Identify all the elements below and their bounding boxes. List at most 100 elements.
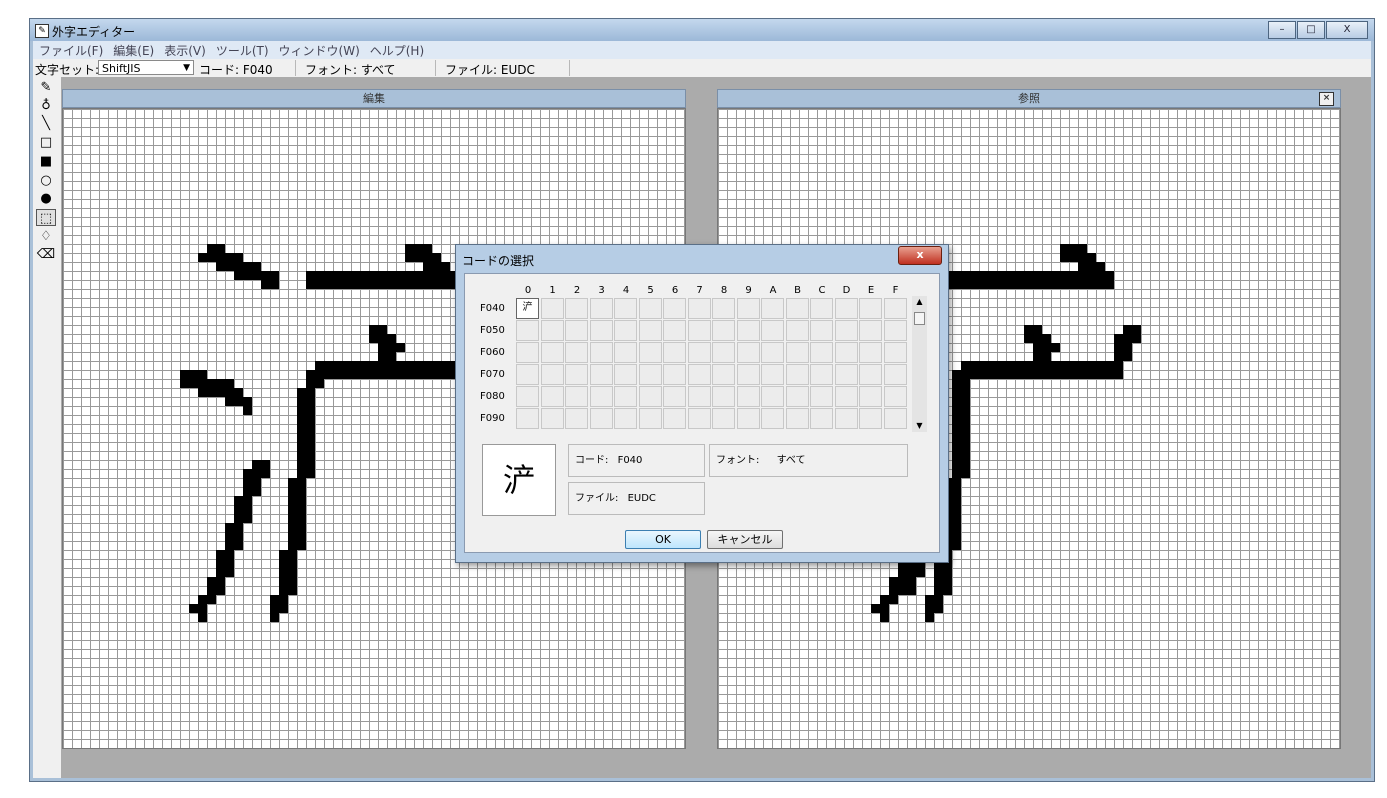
code-cell[interactable]: [810, 364, 833, 385]
hollow-ellipse-icon[interactable]: ○: [36, 172, 56, 189]
code-cell[interactable]: [565, 386, 588, 407]
code-cell[interactable]: [565, 298, 588, 319]
code-cell[interactable]: [712, 364, 735, 385]
code-cell[interactable]: [834, 408, 858, 429]
code-cell[interactable]: [883, 364, 907, 385]
code-cell[interactable]: [589, 386, 613, 407]
code-cell[interactable]: [712, 342, 735, 363]
hollow-rectangle-icon[interactable]: □: [36, 134, 56, 151]
menu-view[interactable]: 表示(V): [164, 42, 206, 59]
code-cell[interactable]: [712, 386, 735, 407]
code-cell[interactable]: [589, 342, 613, 363]
dialog-close-button[interactable]: x: [898, 246, 942, 265]
code-cell[interactable]: [883, 342, 907, 363]
code-cell[interactable]: [859, 298, 882, 319]
code-cell[interactable]: [687, 320, 711, 341]
code-cell[interactable]: [736, 298, 760, 319]
code-cell[interactable]: [565, 408, 588, 429]
code-cell[interactable]: [540, 320, 564, 341]
code-cell[interactable]: [663, 342, 686, 363]
code-cell[interactable]: [761, 386, 784, 407]
maximize-button[interactable]: □: [1297, 21, 1325, 39]
code-cell[interactable]: [736, 364, 760, 385]
code-cell[interactable]: [540, 342, 564, 363]
code-table-scrollbar[interactable]: ▲ ▼: [912, 296, 927, 432]
code-cell[interactable]: [638, 408, 662, 429]
brush-icon[interactable]: ♁: [36, 97, 56, 114]
code-cell[interactable]: [540, 298, 564, 319]
code-cell[interactable]: [638, 364, 662, 385]
code-cell[interactable]: [859, 364, 882, 385]
rectangular-select-icon[interactable]: ⬚: [36, 209, 56, 226]
ok-button[interactable]: OK: [625, 530, 701, 549]
code-cell[interactable]: [614, 298, 637, 319]
code-cell[interactable]: [761, 320, 784, 341]
filled-rectangle-icon[interactable]: ■: [36, 153, 56, 170]
scroll-up-icon[interactable]: ▲: [912, 296, 927, 308]
code-cell[interactable]: [834, 386, 858, 407]
code-cell[interactable]: [589, 320, 613, 341]
code-cell[interactable]: [663, 364, 686, 385]
code-cell[interactable]: [785, 386, 809, 407]
code-cell[interactable]: [614, 408, 637, 429]
code-cell[interactable]: [614, 364, 637, 385]
code-cell[interactable]: [614, 320, 637, 341]
code-cell[interactable]: [883, 298, 907, 319]
code-cell[interactable]: [834, 298, 858, 319]
close-icon[interactable]: ×: [1319, 92, 1334, 106]
code-cell[interactable]: [565, 342, 588, 363]
title-bar[interactable]: ✎ 外字エディター – □ X: [30, 19, 1374, 41]
code-cell[interactable]: [736, 408, 760, 429]
code-cell[interactable]: [540, 364, 564, 385]
code-cell[interactable]: [810, 298, 833, 319]
code-cell[interactable]: [614, 386, 637, 407]
code-cell[interactable]: [638, 320, 662, 341]
code-cell[interactable]: [883, 386, 907, 407]
code-cell[interactable]: [663, 386, 686, 407]
code-cell[interactable]: [736, 386, 760, 407]
freeform-select-icon[interactable]: ♢: [36, 228, 56, 245]
code-cell[interactable]: [761, 408, 784, 429]
scroll-down-icon[interactable]: ▼: [912, 420, 927, 432]
code-cell[interactable]: [516, 364, 539, 385]
code-cell[interactable]: [663, 298, 686, 319]
code-cell[interactable]: [785, 364, 809, 385]
code-cell[interactable]: [785, 408, 809, 429]
code-cell[interactable]: [589, 298, 613, 319]
menu-window[interactable]: ウィンドウ(W): [279, 42, 360, 59]
code-cell[interactable]: [687, 364, 711, 385]
code-cell[interactable]: [785, 320, 809, 341]
code-cell[interactable]: [638, 298, 662, 319]
code-cell[interactable]: [663, 320, 686, 341]
code-cell[interactable]: [663, 408, 686, 429]
code-cell[interactable]: [859, 342, 882, 363]
eraser-icon[interactable]: ⌫: [36, 246, 56, 263]
code-cell[interactable]: [859, 320, 882, 341]
code-cell[interactable]: [516, 342, 539, 363]
code-cell[interactable]: [883, 320, 907, 341]
code-cell[interactable]: [687, 408, 711, 429]
code-cell[interactable]: [834, 364, 858, 385]
minimize-button[interactable]: –: [1268, 21, 1296, 39]
code-cell[interactable]: [540, 386, 564, 407]
charset-select[interactable]: ShiftJIS ▼: [98, 60, 194, 75]
code-cell[interactable]: [516, 320, 539, 341]
close-button[interactable]: X: [1326, 21, 1368, 39]
pencil-icon[interactable]: ✎: [36, 79, 56, 96]
line-icon[interactable]: ╲: [36, 115, 56, 132]
code-cell[interactable]: [859, 386, 882, 407]
code-cell[interactable]: [761, 364, 784, 385]
code-cell[interactable]: [540, 408, 564, 429]
code-cell[interactable]: [589, 408, 613, 429]
menu-file[interactable]: ファイル(F): [39, 42, 103, 59]
code-cell[interactable]: [687, 386, 711, 407]
code-cell[interactable]: [712, 408, 735, 429]
code-cell[interactable]: [785, 298, 809, 319]
code-cell[interactable]: [810, 386, 833, 407]
code-cell[interactable]: [810, 342, 833, 363]
code-cell[interactable]: [834, 320, 858, 341]
code-cell[interactable]: [638, 386, 662, 407]
code-cell[interactable]: [712, 298, 735, 319]
menu-edit[interactable]: 編集(E): [113, 42, 154, 59]
code-cell[interactable]: [810, 408, 833, 429]
